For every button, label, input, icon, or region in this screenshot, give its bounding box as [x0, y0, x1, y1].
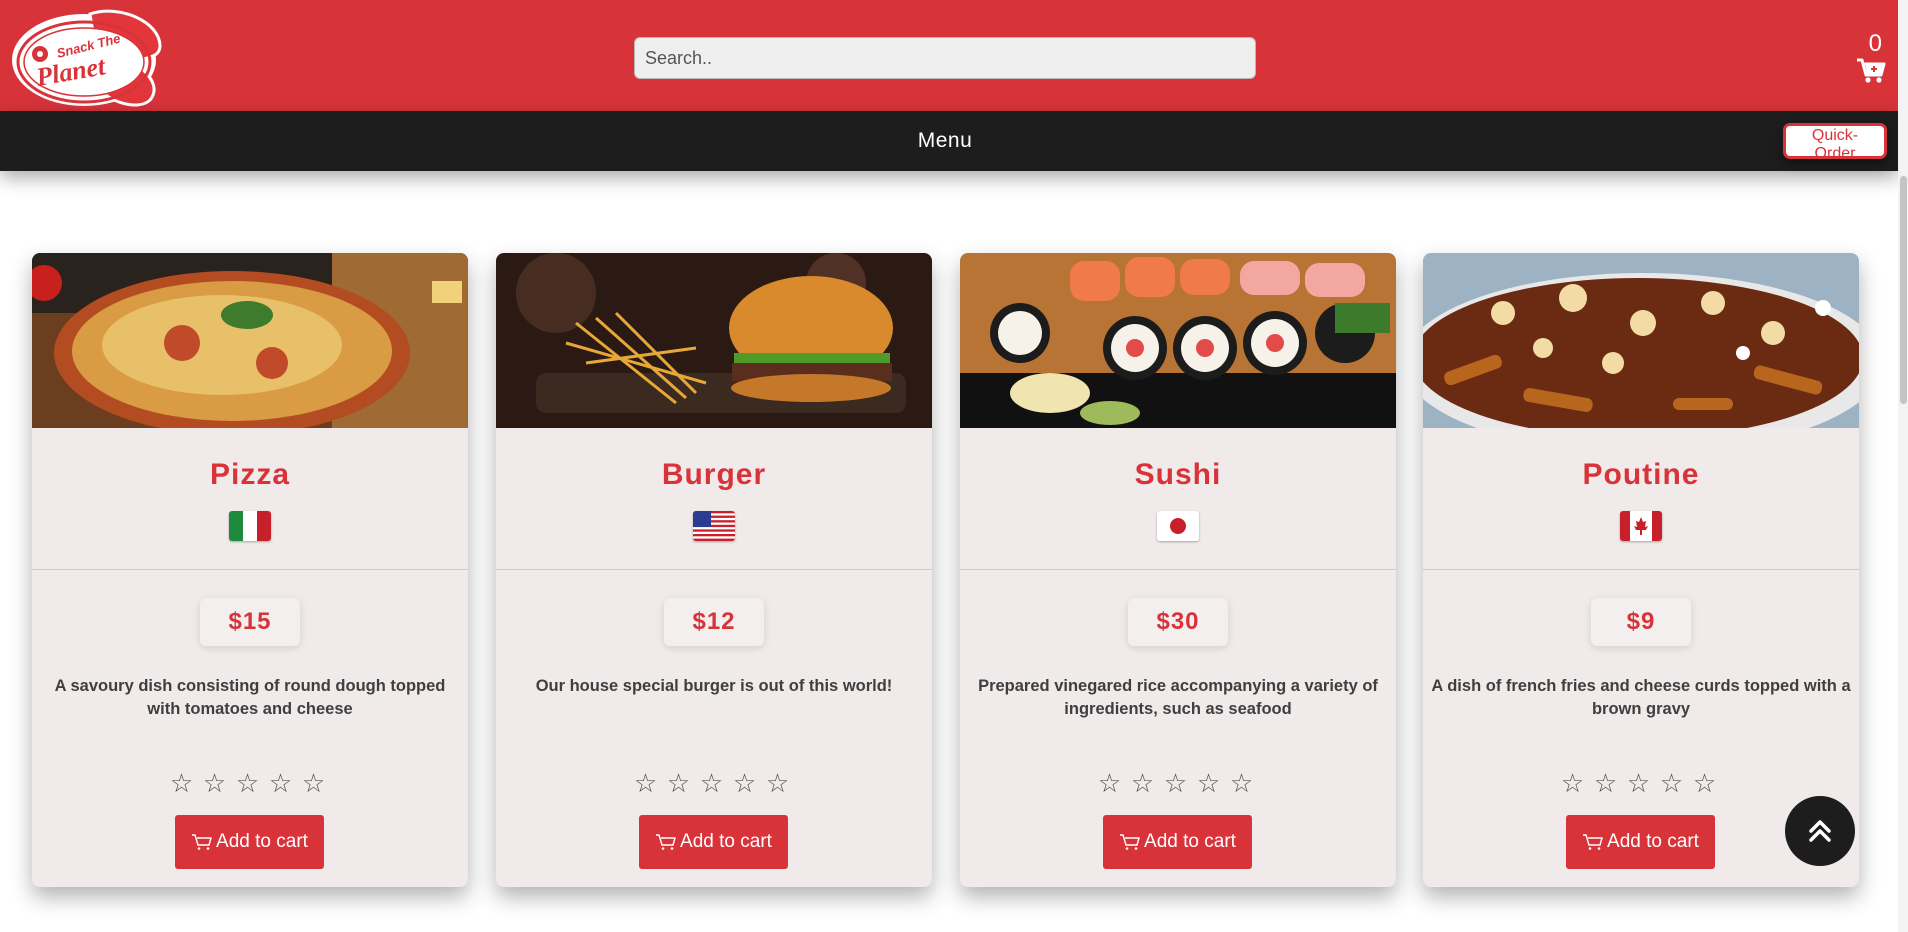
- nav-menu-link[interactable]: Menu: [900, 129, 990, 153]
- add-to-cart-label: Add to cart: [1144, 831, 1236, 852]
- star-outline-icon[interactable]: ☆: [1126, 769, 1159, 797]
- card-divider: [960, 569, 1396, 570]
- product-card-sushi: Sushi $30 Prepared vinegared rice accomp…: [960, 253, 1396, 887]
- product-title: Pizza: [209, 458, 291, 491]
- star-outline-icon[interactable]: ☆: [231, 769, 264, 797]
- burger-image: [496, 253, 932, 428]
- card-divider: [1423, 569, 1859, 570]
- page-scrollbar[interactable]: [1898, 0, 1908, 932]
- canada-flag-icon: [1620, 511, 1662, 541]
- star-outline-icon[interactable]: ☆: [1093, 769, 1126, 797]
- star-outline-icon[interactable]: ☆: [629, 769, 662, 797]
- product-card-burger: Burger $12 Our house special burger is o…: [496, 253, 932, 887]
- price-badge: $15: [200, 598, 300, 646]
- nav-bar: Menu: [0, 111, 1898, 171]
- star-outline-icon[interactable]: ☆: [297, 769, 330, 797]
- back-to-top-button[interactable]: [1785, 796, 1855, 866]
- cart-count: 0: [1868, 30, 1882, 57]
- star-outline-icon[interactable]: ☆: [1192, 769, 1225, 797]
- product-title: Sushi: [1134, 458, 1222, 491]
- sushi-image: [960, 253, 1396, 428]
- add-to-cart-button[interactable]: Add to cart: [175, 815, 324, 869]
- star-rating[interactable]: ☆ ☆ ☆ ☆ ☆: [1556, 769, 1726, 797]
- add-to-cart-button[interactable]: Add to cart: [1103, 815, 1252, 869]
- star-outline-icon[interactable]: ☆: [728, 769, 761, 797]
- logo-mascot-icon: [32, 46, 48, 62]
- add-to-cart-button[interactable]: Add to cart: [639, 815, 788, 869]
- scrollbar-thumb[interactable]: [1900, 176, 1907, 404]
- product-card-poutine: Poutine $9 A dish of french fries and ch…: [1423, 253, 1859, 887]
- product-description: A dish of french fries and cheese curds …: [1431, 677, 1851, 718]
- quick-order-button[interactable]: Quick-Order: [1783, 123, 1887, 162]
- star-outline-icon[interactable]: ☆: [1159, 769, 1192, 797]
- star-outline-icon[interactable]: ☆: [264, 769, 297, 797]
- product-description: Prepared vinegared rice accompanying a v…: [978, 677, 1378, 718]
- cart-outline-icon: [192, 834, 212, 850]
- star-outline-icon[interactable]: ☆: [761, 769, 794, 797]
- star-rating[interactable]: ☆ ☆ ☆ ☆ ☆: [1093, 769, 1263, 797]
- cart-outline-icon: [1583, 834, 1603, 850]
- product-card-pizza: Pizza $15 A savoury dish consisting of r…: [32, 253, 468, 887]
- star-outline-icon[interactable]: ☆: [165, 769, 198, 797]
- price-badge: $9: [1591, 598, 1691, 646]
- cart-icon: [1857, 58, 1886, 83]
- add-to-cart-label: Add to cart: [216, 831, 308, 852]
- add-to-cart-button[interactable]: Add to cart: [1566, 815, 1715, 869]
- poutine-image: [1423, 253, 1859, 428]
- add-to-cart-label: Add to cart: [1607, 831, 1699, 852]
- card-divider: [32, 569, 468, 570]
- cart-outline-icon: [1120, 834, 1140, 850]
- double-chevron-up-icon: [1809, 820, 1831, 842]
- snack-the-planet-logo[interactable]: Snack The Planet: [10, 4, 164, 108]
- star-outline-icon[interactable]: ☆: [1655, 769, 1688, 797]
- star-outline-icon[interactable]: ☆: [662, 769, 695, 797]
- star-outline-icon[interactable]: ☆: [1688, 769, 1721, 797]
- product-description: Our house special burger is out of this …: [535, 677, 893, 695]
- star-outline-icon[interactable]: ☆: [1589, 769, 1622, 797]
- star-outline-icon[interactable]: ☆: [1622, 769, 1655, 797]
- product-description: A savoury dish consisting of round dough…: [54, 677, 446, 718]
- cart-outline-icon: [656, 834, 676, 850]
- add-to-cart-label: Add to cart: [680, 831, 772, 852]
- japan-flag-icon: [1157, 511, 1199, 541]
- pizza-image: [32, 253, 468, 428]
- product-title: Burger: [661, 458, 767, 491]
- star-outline-icon[interactable]: ☆: [695, 769, 728, 797]
- price-badge: $12: [664, 598, 764, 646]
- card-divider: [496, 569, 932, 570]
- top-header: Snack The Planet 0: [0, 0, 1898, 111]
- star-outline-icon[interactable]: ☆: [198, 769, 231, 797]
- star-outline-icon[interactable]: ☆: [1556, 769, 1589, 797]
- italy-flag-icon: [229, 511, 271, 541]
- star-rating[interactable]: ☆ ☆ ☆ ☆ ☆: [629, 769, 799, 797]
- star-outline-icon[interactable]: ☆: [1225, 769, 1258, 797]
- cart-button[interactable]: 0: [1848, 28, 1888, 86]
- usa-flag-icon: [693, 511, 735, 541]
- price-badge: $30: [1128, 598, 1228, 646]
- star-rating[interactable]: ☆ ☆ ☆ ☆ ☆: [165, 769, 335, 797]
- product-title: Poutine: [1582, 458, 1700, 491]
- search-input[interactable]: [634, 37, 1256, 79]
